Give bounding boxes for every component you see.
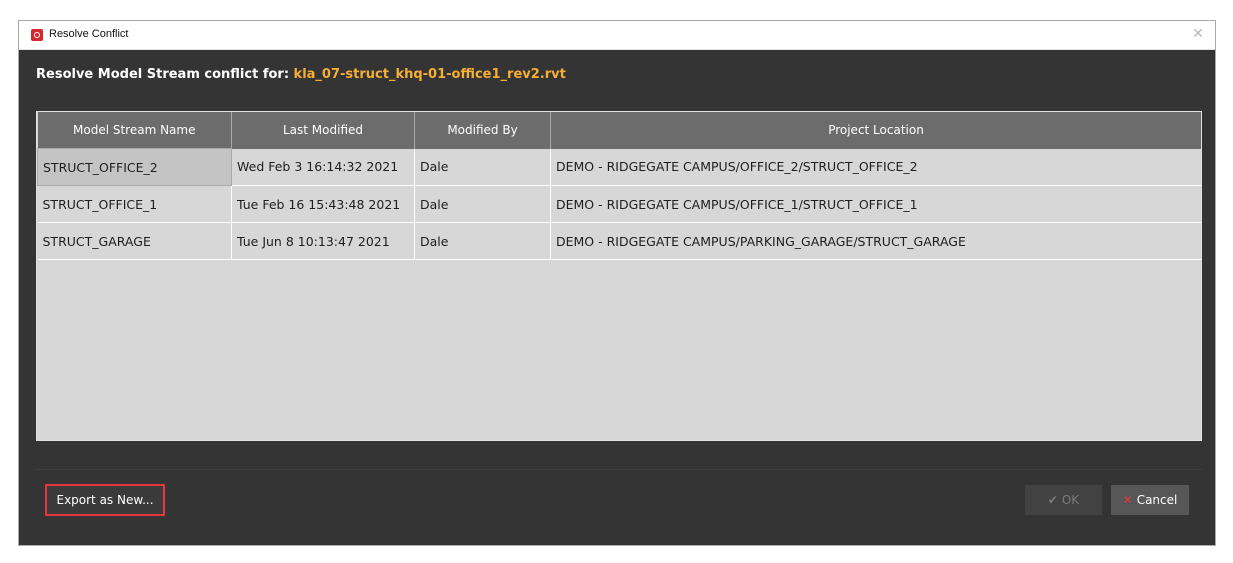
app-logo-icon — [31, 29, 43, 41]
export-as-new-button[interactable]: Export as New... — [45, 484, 165, 516]
cancel-button[interactable]: ✕ Cancel — [1111, 485, 1189, 515]
ok-button[interactable]: ✔ OK — [1025, 485, 1102, 515]
close-icon[interactable]: ✕ — [1189, 25, 1207, 43]
table-row[interactable]: STRUCT_OFFICE_2 Wed Feb 3 16:14:32 2021 … — [37, 148, 1201, 186]
cancel-label: Cancel — [1136, 493, 1178, 507]
table-row[interactable]: STRUCT_OFFICE_1 Tue Feb 16 15:43:48 2021… — [37, 185, 1201, 223]
cell-project-location[interactable]: DEMO - RIDGEGATE CAMPUS/PARKING_GARAGE/S… — [550, 222, 1201, 260]
cell-model-stream-name[interactable]: STRUCT_OFFICE_2 — [37, 148, 232, 186]
conflict-heading: Resolve Model Stream conflict for: kla_0… — [36, 67, 566, 82]
cell-project-location[interactable]: DEMO - RIDGEGATE CAMPUS/OFFICE_1/STRUCT_… — [550, 185, 1201, 223]
title-bar: Resolve Conflict ✕ — [19, 21, 1215, 50]
window-title: Resolve Conflict — [49, 28, 129, 40]
ok-label: OK — [1061, 493, 1080, 507]
table-row[interactable]: STRUCT_GARAGE Tue Jun 8 10:13:47 2021 Da… — [37, 222, 1201, 260]
column-header-last-modified[interactable]: Last Modified — [231, 112, 415, 149]
cell-modified-by[interactable]: Dale — [414, 148, 551, 186]
table-header-row: Model Stream Name Last Modified Modified… — [37, 112, 1201, 149]
cell-last-modified[interactable]: Tue Feb 16 15:43:48 2021 — [231, 185, 415, 223]
dialog-footer: Export as New... ✔ OK ✕ Cancel — [34, 469, 1202, 532]
column-header-modified-by[interactable]: Modified By — [414, 112, 551, 149]
resolve-conflict-dialog: Resolve Conflict ✕ Resolve Model Stream … — [18, 20, 1216, 546]
model-stream-table: Model Stream Name Last Modified Modified… — [36, 111, 1202, 441]
cell-modified-by[interactable]: Dale — [414, 222, 551, 260]
checkmark-icon: ✔ — [1047, 493, 1058, 507]
cell-project-location[interactable]: DEMO - RIDGEGATE CAMPUS/OFFICE_2/STRUCT_… — [550, 148, 1201, 186]
cell-model-stream-name[interactable]: STRUCT_GARAGE — [37, 222, 232, 260]
column-header-model-stream-name[interactable]: Model Stream Name — [37, 112, 232, 149]
x-icon: ✕ — [1122, 493, 1133, 507]
cell-last-modified[interactable]: Wed Feb 3 16:14:32 2021 — [231, 148, 415, 186]
heading-filename: kla_07-struct_khq-01-office1_rev2.rvt — [293, 67, 566, 82]
cell-last-modified[interactable]: Tue Jun 8 10:13:47 2021 — [231, 222, 415, 260]
cell-modified-by[interactable]: Dale — [414, 185, 551, 223]
heading-prefix: Resolve Model Stream conflict for: — [36, 67, 294, 82]
column-header-project-location[interactable]: Project Location — [550, 112, 1201, 149]
cell-model-stream-name[interactable]: STRUCT_OFFICE_1 — [37, 185, 232, 223]
